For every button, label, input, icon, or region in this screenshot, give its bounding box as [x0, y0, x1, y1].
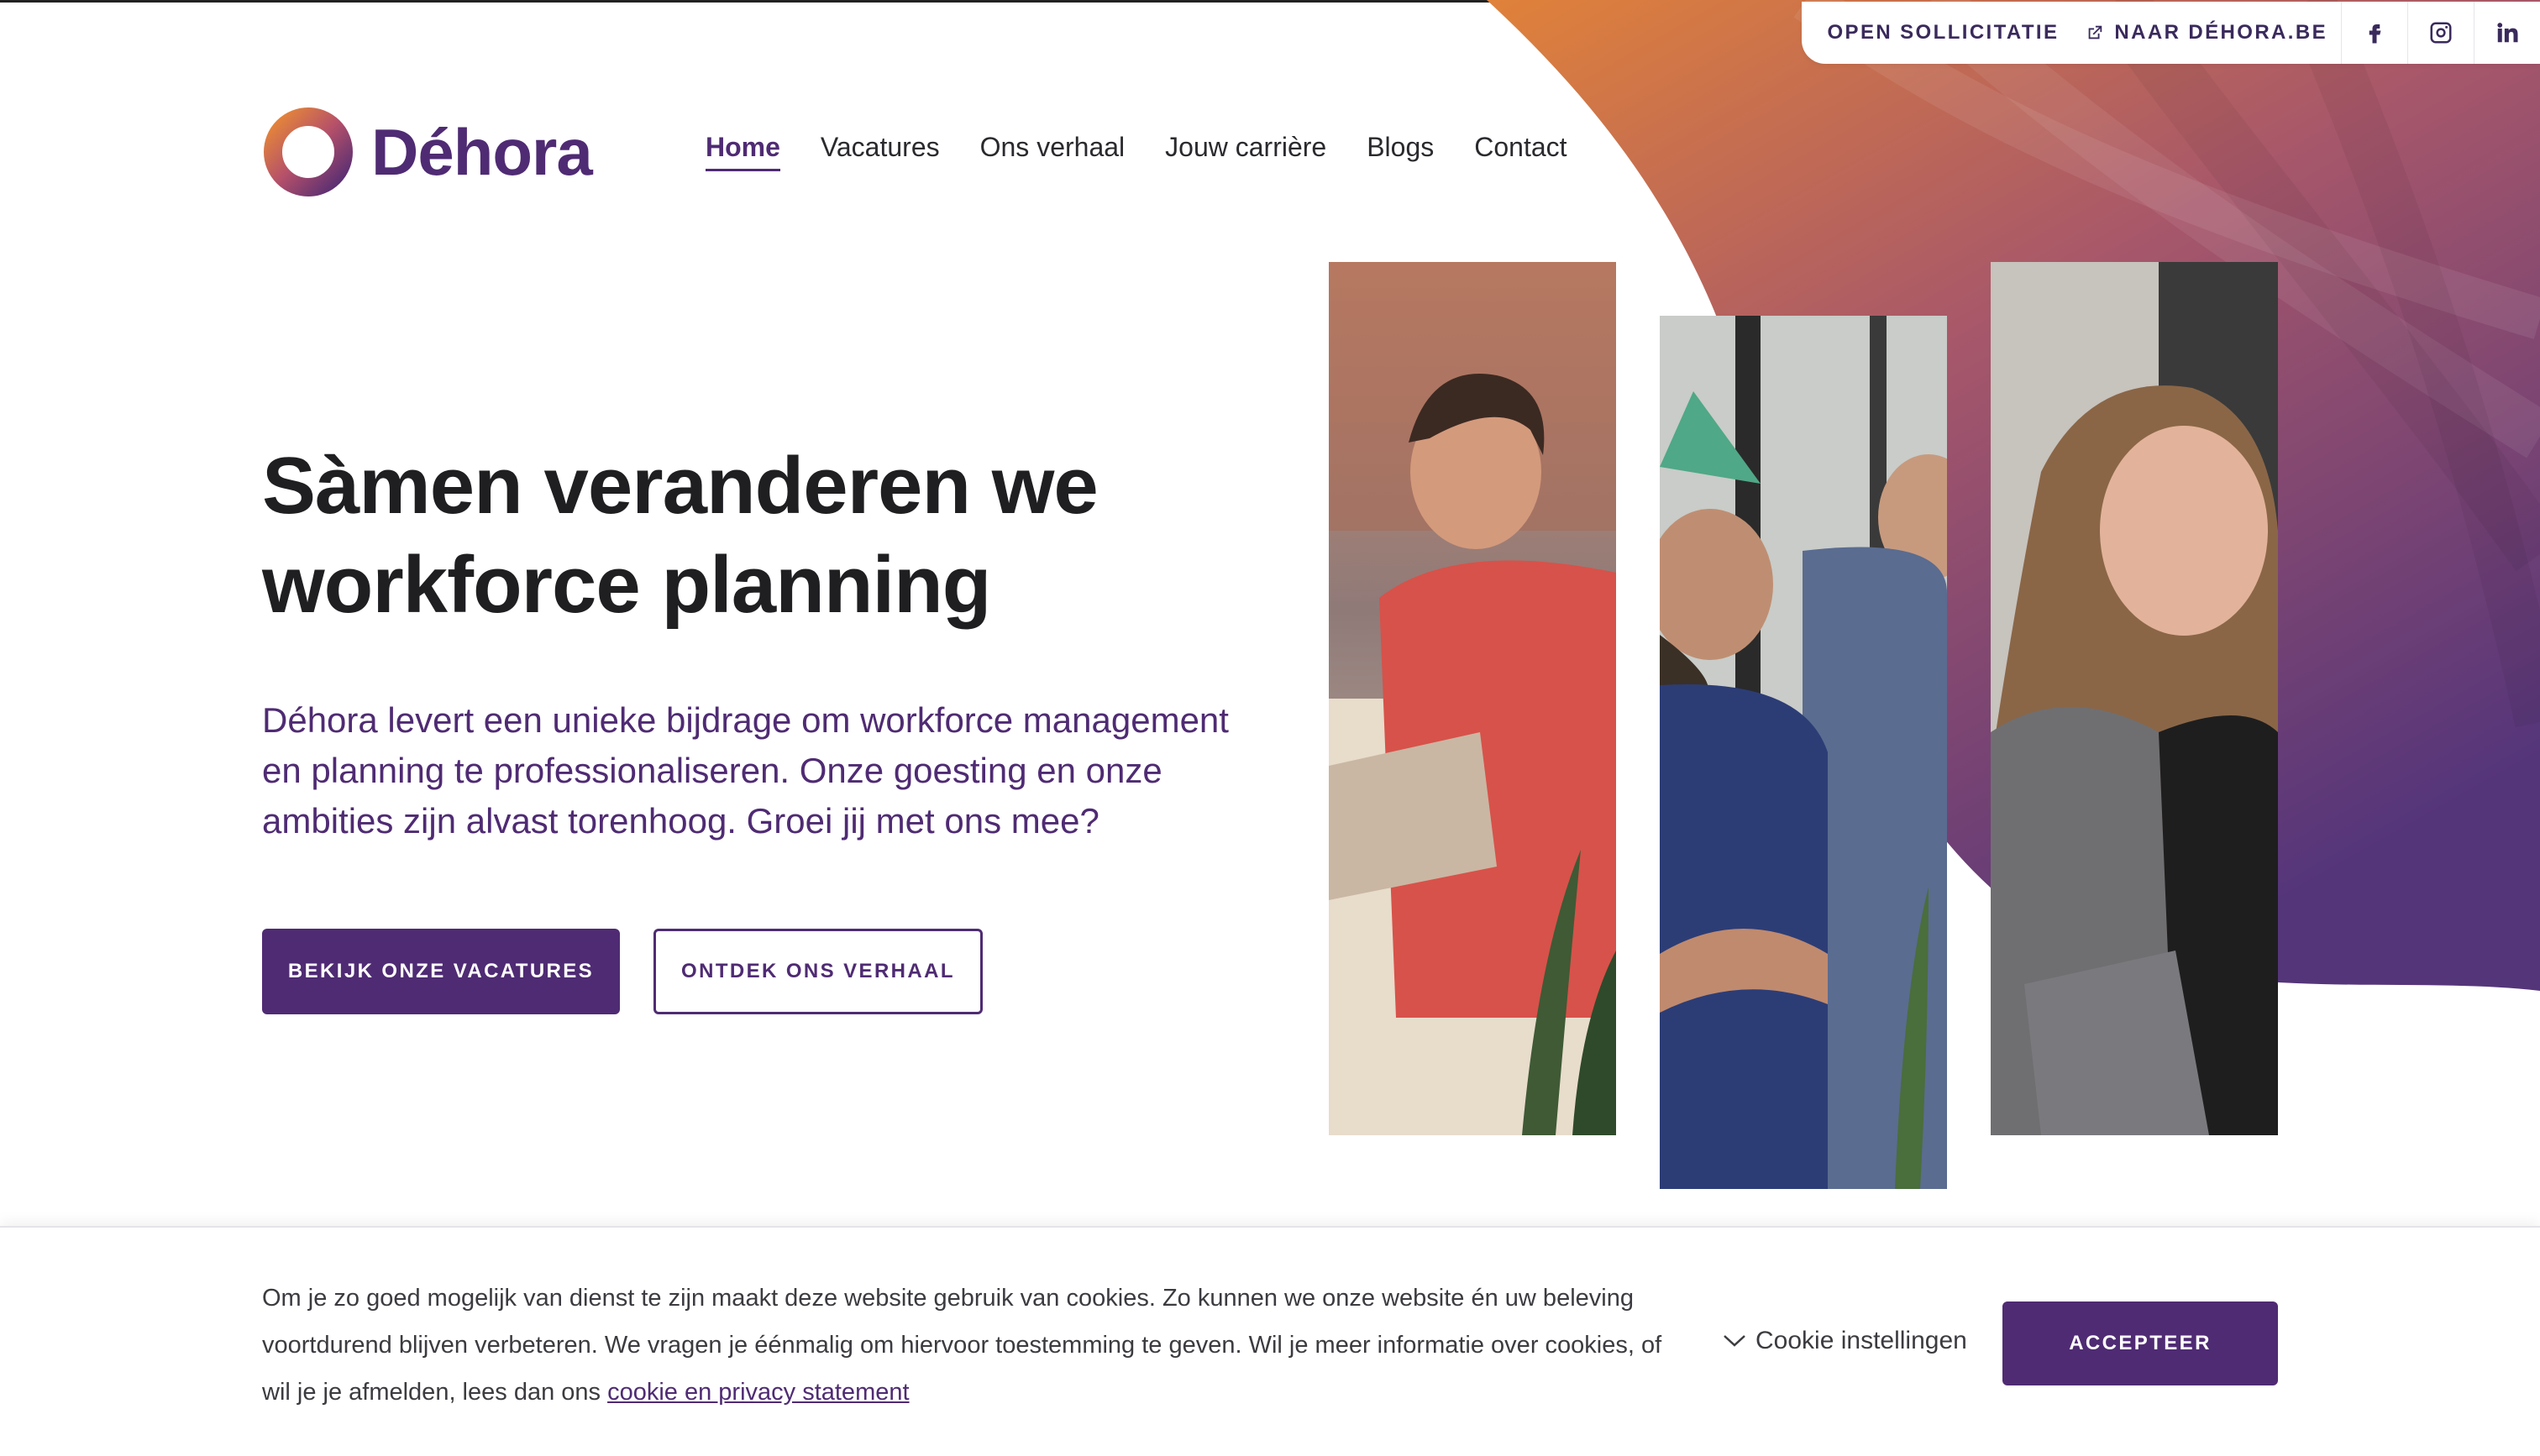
- cookie-settings-label: Cookie instellingen: [1755, 1327, 1967, 1354]
- team-photo-woman-smiling: [1991, 262, 2278, 1135]
- facebook-icon: [2369, 24, 2381, 44]
- ontdek-verhaal-button[interactable]: ONTDEK ONS VERHAAL: [653, 929, 983, 1014]
- accept-cookies-button[interactable]: ACCEPTEER: [2002, 1301, 2278, 1385]
- nav-item-ons-verhaal[interactable]: Ons verhaal: [980, 132, 1126, 171]
- cookie-text: Om je zo goed mogelijk van dienst te zij…: [262, 1275, 1690, 1416]
- main-nav: Home Vacatures Ons verhaal Jouw carrière…: [706, 132, 1567, 172]
- bekijk-vacatures-button[interactable]: BEKIJK ONZE VACATURES: [262, 929, 620, 1014]
- top-utility-bar: OPEN SOLLICITATIE NAAR DÉHORA.BE: [1802, 2, 2540, 64]
- open-sollicitatie-link[interactable]: OPEN SOLLICITATIE: [1802, 2, 2072, 64]
- open-sollicitatie-label: OPEN SOLLICITATIE: [1827, 21, 2060, 44]
- cookie-banner: Om je zo goed mogelijk van dienst te zij…: [0, 1226, 2540, 1456]
- nav-item-jouw-carriere[interactable]: Jouw carrière: [1165, 132, 1326, 171]
- facebook-link[interactable]: [2341, 2, 2407, 64]
- linkedin-icon: [2497, 23, 2518, 43]
- hero-description: Déhora levert een unieke bijdrage om wor…: [262, 700, 1229, 841]
- nav-item-blogs[interactable]: Blogs: [1367, 132, 1434, 171]
- instagram-icon: [2430, 22, 2452, 44]
- team-photo-men-party-hat: [1660, 316, 1947, 1189]
- hero-title-line-1: Sàmen veranderen we: [262, 441, 1099, 531]
- naar-dehora-label: NAAR DÉHORA.BE: [2114, 21, 2327, 44]
- cookie-message: Om je zo goed mogelijk van dienst te zij…: [262, 1285, 1662, 1406]
- cookie-privacy-link[interactable]: cookie en privacy statement: [607, 1379, 909, 1406]
- nav-item-contact[interactable]: Contact: [1474, 132, 1567, 171]
- naar-dehora-link[interactable]: NAAR DÉHORA.BE: [2072, 2, 2341, 64]
- nav-item-home[interactable]: Home: [706, 132, 780, 172]
- cookie-settings-toggle[interactable]: Cookie instellingen: [1722, 1327, 1967, 1355]
- team-photo-man-red-shirt: [1329, 262, 1616, 1135]
- dehora-logo[interactable]: Déhora: [262, 106, 593, 198]
- hero-title-line-2: workforce planning: [262, 540, 991, 630]
- logo-text: Déhora: [371, 115, 593, 189]
- external-link-icon: [2089, 25, 2102, 39]
- nav-item-vacatures[interactable]: Vacatures: [821, 132, 940, 171]
- linkedin-link[interactable]: [2474, 2, 2540, 64]
- chevron-down-icon: [1724, 1335, 1745, 1347]
- ring-logo-icon: [264, 107, 353, 196]
- instagram-link[interactable]: [2407, 2, 2474, 64]
- hero-title: Sàmen veranderen we workforce planning: [262, 437, 1186, 635]
